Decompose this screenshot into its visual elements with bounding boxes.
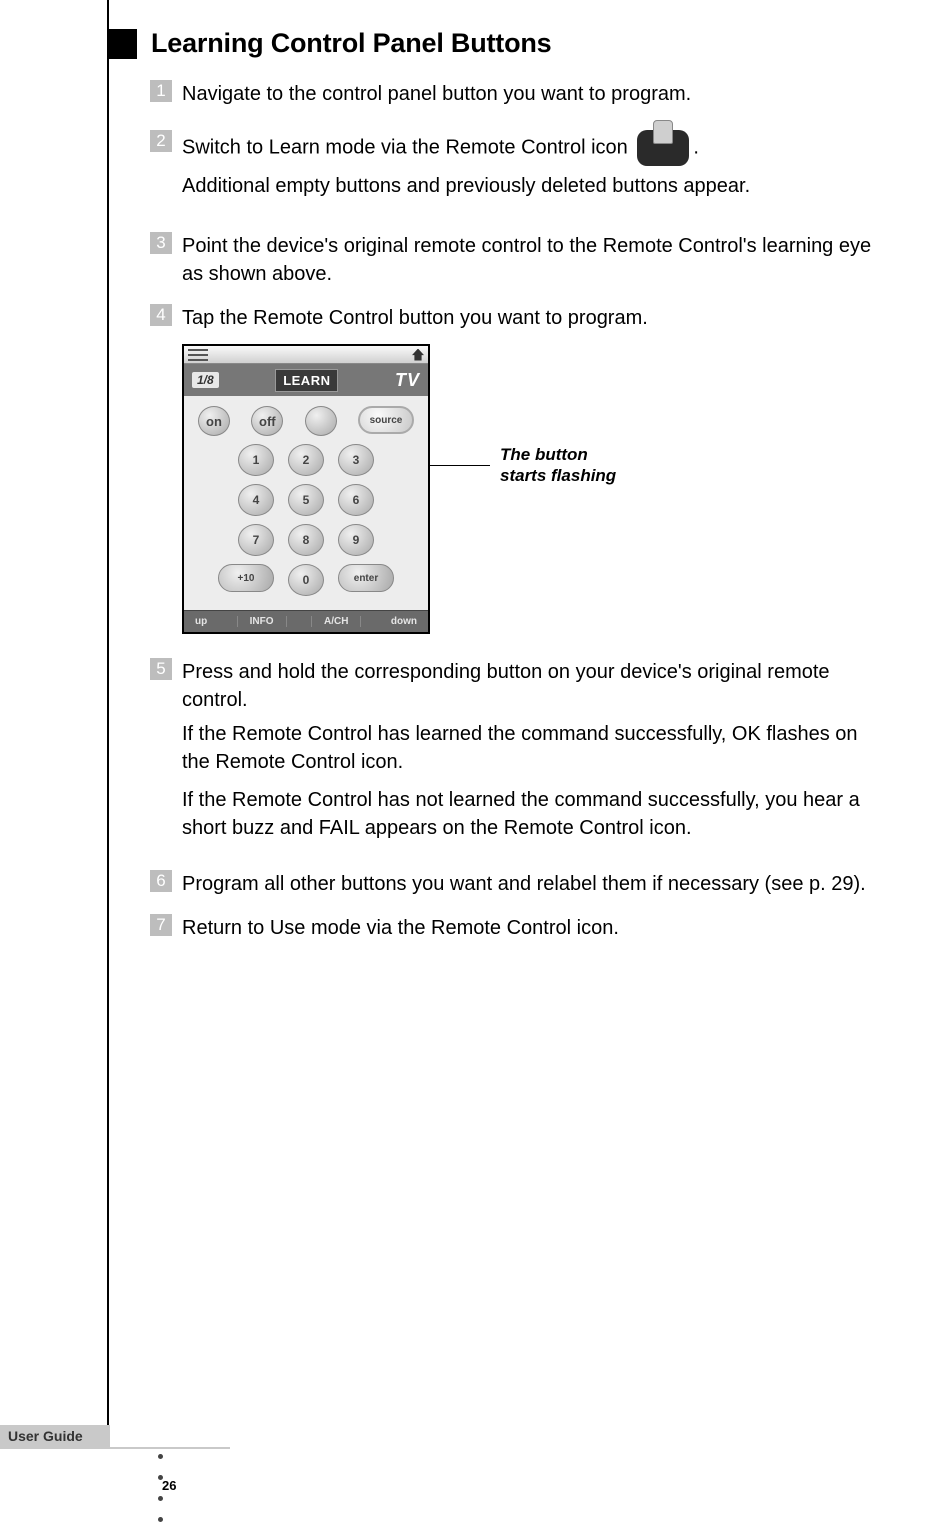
step-text: Press and hold the corresponding button … xyxy=(182,658,880,848)
step-text: Program all other buttons you want and r… xyxy=(182,870,866,898)
device-label: TV xyxy=(395,370,420,391)
keypad-7: 7 xyxy=(238,524,274,556)
step-text: Return to Use mode via the Remote Contro… xyxy=(182,914,619,942)
figure-row: 1/8 LEARN TV on off source 1 2 3 4 xyxy=(182,344,880,634)
menu-icon xyxy=(188,349,208,361)
step-1: 1 Navigate to the control panel button y… xyxy=(150,80,880,108)
source-button: source xyxy=(358,406,414,434)
enter-button: enter xyxy=(338,564,394,592)
figure-body: on off source 1 2 3 4 5 6 7 8 xyxy=(184,396,428,610)
step-4: 4 Tap the Remote Control button you want… xyxy=(150,304,880,332)
step-number: 2 xyxy=(150,130,172,152)
step-text: Switch to Learn mode via the Remote Cont… xyxy=(182,130,750,206)
step-2-pre: Switch to Learn mode via the Remote Cont… xyxy=(182,136,633,158)
keypad-4: 4 xyxy=(238,484,274,516)
keypad-1: 1 xyxy=(238,444,274,476)
step-6: 6 Program all other buttons you want and… xyxy=(150,870,880,898)
footer-info: INFO xyxy=(237,616,287,627)
keypad-0: 0 xyxy=(288,564,324,596)
step-5-para2: If the Remote Control has learned the co… xyxy=(182,720,880,776)
figure-topbar xyxy=(184,346,428,364)
footer-up: up xyxy=(190,616,212,627)
learn-label: LEARN xyxy=(275,369,338,392)
step-number: 3 xyxy=(150,232,172,254)
heading-title: Learning Control Panel Buttons xyxy=(151,28,552,59)
step-number: 6 xyxy=(150,870,172,892)
step-5-para3: If the Remote Control has not learned th… xyxy=(182,786,880,842)
remote-control-icon xyxy=(637,130,689,166)
step-number: 5 xyxy=(150,658,172,680)
off-button: off xyxy=(251,406,283,436)
on-button: on xyxy=(198,406,230,436)
footer-avch: A/CH xyxy=(311,616,361,627)
footer-dots-icon xyxy=(158,1454,163,1538)
step-text: Point the device's original remote contr… xyxy=(182,232,880,288)
keypad-6: 6 xyxy=(338,484,374,516)
blank-button xyxy=(305,406,337,436)
figure-callout: The button starts flashing xyxy=(430,444,616,487)
callout-text: The button starts flashing xyxy=(500,444,616,487)
footer-down: down xyxy=(386,616,422,627)
footer-rule xyxy=(0,1447,230,1449)
footer-guide-label: User Guide xyxy=(0,1425,110,1447)
keypad-8: 8 xyxy=(288,524,324,556)
home-icon xyxy=(412,349,424,361)
step-2: 2 Switch to Learn mode via the Remote Co… xyxy=(150,130,880,206)
figure-header: 1/8 LEARN TV xyxy=(184,364,428,396)
step-7: 7 Return to Use mode via the Remote Cont… xyxy=(150,914,880,942)
keypad-9: 9 xyxy=(338,524,374,556)
plus10-button: +10 xyxy=(218,564,274,592)
step-number: 7 xyxy=(150,914,172,936)
heading-bullet-icon xyxy=(107,29,137,59)
step-5: 5 Press and hold the corresponding butto… xyxy=(150,658,880,848)
step-5-main: Press and hold the corresponding button … xyxy=(182,658,880,714)
callout-leader-line xyxy=(430,465,490,466)
step-3: 3 Point the device's original remote con… xyxy=(150,232,880,288)
content-area: 1 Navigate to the control panel button y… xyxy=(150,80,880,964)
step-text: Navigate to the control panel button you… xyxy=(182,80,691,108)
step-2-post: . xyxy=(693,136,699,158)
heading-row: Learning Control Panel Buttons xyxy=(107,28,552,59)
figure-footer: up INFO A/CH down xyxy=(184,610,428,632)
step-number: 4 xyxy=(150,304,172,326)
keypad-2: 2 xyxy=(288,444,324,476)
remote-screenshot: 1/8 LEARN TV on off source 1 2 3 4 xyxy=(182,344,430,634)
vertical-rule xyxy=(107,0,109,1447)
page-indicator: 1/8 xyxy=(192,372,219,388)
keypad-3: 3 xyxy=(338,444,374,476)
page-number: 26 xyxy=(162,1478,176,1493)
keypad-5: 5 xyxy=(288,484,324,516)
step-number: 1 xyxy=(150,80,172,102)
step-2-line2: Additional empty buttons and previously … xyxy=(182,172,750,200)
step-text: Tap the Remote Control button you want t… xyxy=(182,304,648,332)
